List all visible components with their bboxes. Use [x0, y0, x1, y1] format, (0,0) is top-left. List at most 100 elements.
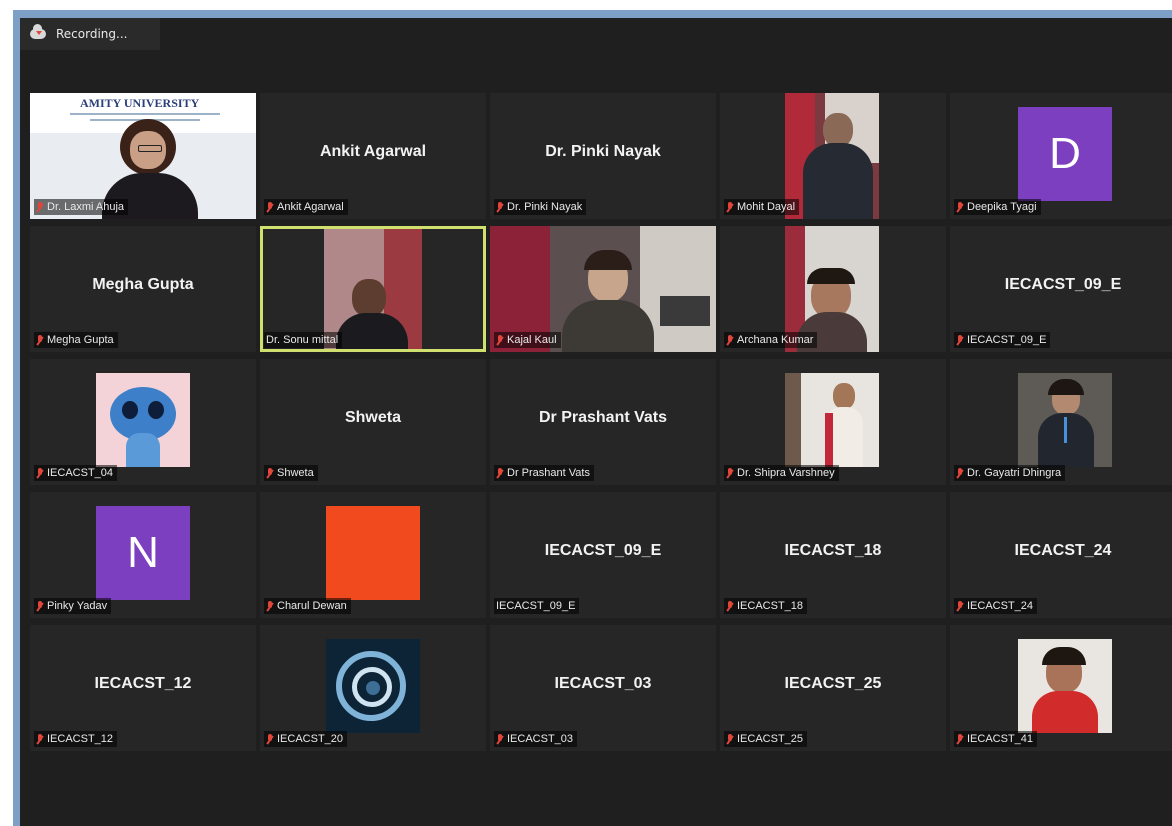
- name-tag: IECACST_18: [724, 598, 808, 614]
- participant-tile[interactable]: IECACST_09_E IECACST_09_E: [950, 226, 1172, 352]
- participant-name: Dr. Sonu mittal: [266, 334, 339, 346]
- participant-video: [1018, 373, 1112, 467]
- participant-name: IECACST_20: [277, 733, 344, 745]
- participant-display-name: Dr Prashant Vats: [538, 409, 668, 426]
- name-tag: Dr Prashant Vats: [494, 465, 594, 481]
- mic-muted-icon: [726, 334, 733, 346]
- participant-tile[interactable]: Archana Kumar: [720, 226, 946, 352]
- mic-muted-icon: [726, 733, 733, 745]
- avatar-letter: N: [127, 528, 159, 577]
- participant-display-name: IECACST_03: [554, 675, 652, 692]
- participant-tile[interactable]: IECACST_24 IECACST_24: [950, 492, 1172, 618]
- name-tag: IECACST_12: [34, 731, 118, 747]
- name-tag: Dr. Pinki Nayak: [494, 199, 587, 215]
- participant-name: Pinky Yadav: [47, 600, 108, 612]
- participant-tile[interactable]: Shweta Shweta: [260, 359, 486, 485]
- mic-muted-icon: [956, 600, 963, 612]
- participant-picture: [326, 639, 420, 733]
- participant-display-name: Shweta: [344, 409, 401, 426]
- participant-name: IECACST_09_E: [496, 600, 576, 612]
- participant-name: Shweta: [277, 467, 314, 479]
- participant-tile[interactable]: Dr Prashant Vats Dr Prashant Vats: [490, 359, 716, 485]
- name-tag: IECACST_09_E: [954, 332, 1051, 348]
- participant-tile[interactable]: IECACST_41: [950, 625, 1172, 751]
- mic-muted-icon: [266, 733, 273, 745]
- participant-avatar: N: [96, 506, 190, 600]
- participant-tile[interactable]: D Deepika Tyagi: [950, 93, 1172, 219]
- participant-name: Charul Dewan: [277, 600, 347, 612]
- participant-tile[interactable]: IECACST_09_E IECACST_09_E: [490, 492, 716, 618]
- mic-muted-icon: [36, 733, 43, 745]
- mic-muted-icon: [726, 201, 733, 213]
- mic-muted-icon: [36, 334, 43, 346]
- participant-tile[interactable]: IECACST_25 IECACST_25: [720, 625, 946, 751]
- participant-video: [785, 93, 879, 219]
- participant-video: [785, 373, 879, 467]
- participant-tile[interactable]: Kajal Kaul: [490, 226, 716, 352]
- name-tag: Dr. Gayatri Dhingra: [954, 465, 1066, 481]
- name-tag: Megha Gupta: [34, 332, 118, 348]
- mic-muted-icon: [726, 467, 733, 479]
- participant-name: IECACST_03: [507, 733, 574, 745]
- participant-tile[interactable]: Megha Gupta Megha Gupta: [30, 226, 256, 352]
- person-body: [803, 143, 873, 219]
- person-body: [1032, 691, 1098, 733]
- participant-name: Dr. Pinki Nayak: [507, 201, 583, 213]
- person-face: [833, 383, 855, 409]
- mic-muted-icon: [956, 733, 963, 745]
- mic-muted-icon: [956, 467, 963, 479]
- participant-tile[interactable]: AMITY UNIVERSITY Dr. Laxmi Ahuja: [30, 93, 256, 219]
- participant-tile[interactable]: Dr. Gayatri Dhingra: [950, 359, 1172, 485]
- participant-display-name: Megha Gupta: [92, 276, 194, 293]
- participant-tile[interactable]: Dr. Shipra Varshney: [720, 359, 946, 485]
- mic-muted-icon: [36, 201, 43, 213]
- participant-name: IECACST_09_E: [967, 334, 1047, 346]
- participant-display-name: IECACST_25: [784, 675, 882, 692]
- participant-tile[interactable]: N Pinky Yadav: [30, 492, 256, 618]
- participant-name: IECACST_24: [967, 600, 1034, 612]
- participant-tile[interactable]: Dr. Pinki Nayak Dr. Pinki Nayak: [490, 93, 716, 219]
- participant-name: Megha Gupta: [47, 334, 114, 346]
- participant-name: Mohit Dayal: [737, 201, 796, 213]
- participant-tile[interactable]: IECACST_04: [30, 359, 256, 485]
- name-tag: Mohit Dayal: [724, 199, 800, 215]
- name-tag: Dr. Shipra Varshney: [724, 465, 839, 481]
- participant-name: Ankit Agarwal: [277, 201, 344, 213]
- recording-indicator[interactable]: Recording...: [20, 18, 160, 50]
- participant-video: [1018, 639, 1112, 733]
- participant-name: Kajal Kaul: [507, 334, 557, 346]
- participant-name: IECACST_12: [47, 733, 114, 745]
- participant-tile[interactable]: Charul Dewan: [260, 492, 486, 618]
- meeting-window: Recording... AMITY UNIVERSITY Dr. Laxmi …: [20, 18, 1172, 826]
- participant-name: Dr. Shipra Varshney: [737, 467, 835, 479]
- mic-muted-icon: [496, 334, 503, 346]
- participant-tile[interactable]: IECACST_12 IECACST_12: [30, 625, 256, 751]
- name-tag: IECACST_09_E: [494, 598, 580, 614]
- participant-tile[interactable]: Mohit Dayal: [720, 93, 946, 219]
- mic-muted-icon: [36, 600, 43, 612]
- person-face: [823, 113, 853, 147]
- participant-tile-active-speaker[interactable]: Dr. Sonu mittal: [260, 226, 486, 352]
- participant-display-name: IECACST_09_E: [1004, 276, 1122, 293]
- participant-display-name: IECACST_12: [94, 675, 192, 692]
- mic-muted-icon: [726, 600, 733, 612]
- name-tag: IECACST_41: [954, 731, 1038, 747]
- participant-picture: [326, 506, 420, 600]
- person-body: [562, 300, 654, 352]
- cloud-recording-icon: [30, 24, 46, 39]
- participant-tile[interactable]: IECACST_20: [260, 625, 486, 751]
- participant-name: Deepika Tyagi: [967, 201, 1037, 213]
- participant-avatar: D: [1018, 107, 1112, 201]
- participant-tile[interactable]: Ankit Agarwal Ankit Agarwal: [260, 93, 486, 219]
- name-tag: Dr. Laxmi Ahuja: [34, 199, 129, 215]
- name-tag: Ankit Agarwal: [264, 199, 348, 215]
- participant-display-name: Ankit Agarwal: [319, 143, 427, 160]
- name-tag: IECACST_04: [34, 465, 118, 481]
- name-tag: Kajal Kaul: [494, 332, 561, 348]
- participant-tile[interactable]: IECACST_03 IECACST_03: [490, 625, 716, 751]
- recording-label: Recording...: [56, 27, 128, 41]
- participant-tile[interactable]: IECACST_18 IECACST_18: [720, 492, 946, 618]
- participant-video: [324, 229, 422, 349]
- name-tag: IECACST_03: [494, 731, 578, 747]
- mic-muted-icon: [266, 467, 273, 479]
